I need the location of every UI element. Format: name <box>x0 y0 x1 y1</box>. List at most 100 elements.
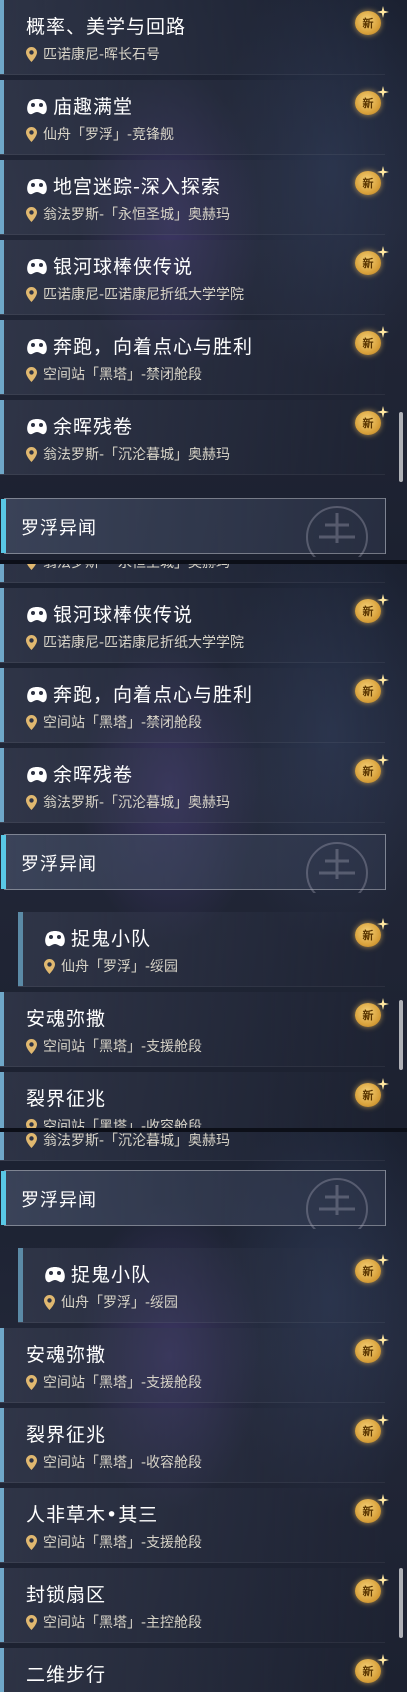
quest-row[interactable]: 人非草木•其三 空间站「黑塔」-支援舱段 新 <box>0 1488 389 1563</box>
quest-title: 银河球棒侠传说 <box>26 600 193 627</box>
quest-row[interactable]: 余晖残卷 翁法罗斯-「沉沦暮城」奥赫玛 新 <box>0 748 389 823</box>
scrollbar[interactable] <box>399 412 403 482</box>
quest-row[interactable]: 银河球棒侠传说 匹诺康尼-匹诺康尼折纸大学学院 新 <box>0 240 389 315</box>
row-indicator <box>0 1408 4 1482</box>
quest-title: 安魂弥撒 <box>26 1344 107 1366</box>
new-badge-icon: 新 <box>353 1254 389 1286</box>
quest-row[interactable]: 裂界征兆 空间站「黑塔」-收容舱段 新 <box>0 1072 389 1128</box>
new-badge-icon: 新 <box>353 1414 389 1446</box>
quest-gamepad-icon <box>27 766 47 782</box>
quest-gamepad-icon <box>27 98 47 114</box>
location-pin-icon <box>26 1374 37 1390</box>
quest-row[interactable]: 安魂弥撒 空间站「黑塔」-支援舱段 新 <box>0 992 389 1067</box>
row-indicator <box>0 1072 4 1128</box>
new-badge-icon: 新 <box>353 326 389 358</box>
quest-location: 空间站「黑塔」-禁闭舱段 <box>26 364 202 384</box>
new-badge-icon: 新 <box>353 166 389 198</box>
row-indicator <box>0 1488 4 1562</box>
new-badge-icon: 新 <box>353 1078 389 1110</box>
quest-gamepad-icon <box>27 178 47 194</box>
quest-gamepad-icon <box>27 418 47 434</box>
section-title: 罗浮异闻 <box>21 1190 97 1211</box>
quest-title: 二维步行 <box>26 1664 107 1686</box>
quest-gamepad-icon <box>45 930 65 946</box>
quest-sub-row[interactable]: 捉鬼小队 仙舟「罗浮」-绥园 新 <box>18 1248 389 1323</box>
xianzhou-emblem-icon <box>306 842 368 893</box>
location-pin-icon <box>26 1614 37 1630</box>
section-accent <box>1 1171 6 1225</box>
row-indicator <box>0 160 4 234</box>
quest-title: 银河球棒侠传说 <box>26 252 193 279</box>
location-pin-icon <box>26 794 37 810</box>
xianzhou-emblem-icon <box>306 1178 368 1229</box>
row-indicator <box>0 400 4 474</box>
quest-row[interactable]: 封锁扇区 空间站「黑塔」-主控舱段 新 <box>0 1568 389 1643</box>
section-header-luofu[interactable]: 罗浮异闻 <box>1 834 386 893</box>
quest-location: 翁法罗斯-「沉沦暮城」奥赫玛 <box>26 1132 230 1150</box>
section-header-luofu[interactable]: 罗浮异闻 <box>1 1170 386 1229</box>
location-pin-icon <box>26 714 37 730</box>
new-badge-icon: 新 <box>353 86 389 118</box>
new-badge-icon: 新 <box>353 1494 389 1526</box>
location-pin-icon <box>26 634 37 650</box>
quest-location: 仙舟「罗浮」-竞锋舰 <box>26 124 174 144</box>
quest-list-panel-2: 翁法罗斯-「永恒圣城」奥赫玛 银河球棒侠传说 匹诺康尼-匹诺康尼折纸大学学院 新… <box>0 564 407 1128</box>
row-indicator <box>0 748 4 822</box>
quest-title: 安魂弥撒 <box>26 1008 107 1030</box>
new-badge-icon: 新 <box>353 406 389 438</box>
location-pin-icon <box>27 564 36 570</box>
section-header-luofu[interactable]: 罗浮异闻 <box>1 498 386 557</box>
location-pin-icon <box>26 1118 37 1128</box>
quest-sub-row[interactable]: 捉鬼小队 仙舟「罗浮」-绥园 新 <box>18 912 389 987</box>
quest-row[interactable]: 地宫迷踪-深入探索 翁法罗斯-「永恒圣城」奥赫玛 新 <box>0 160 389 235</box>
new-badge-icon: 新 <box>353 594 389 626</box>
quest-title: 奔跑，向着点心与胜利 <box>26 332 253 359</box>
row-indicator <box>18 912 23 986</box>
quest-location: 匹诺康尼-晖长石号 <box>26 44 160 64</box>
row-indicator <box>0 1132 4 1160</box>
new-badge-icon: 新 <box>353 1334 389 1366</box>
quest-title: 庙趣满堂 <box>26 92 133 119</box>
quest-row[interactable]: 二维步行 新 <box>0 1648 389 1692</box>
quest-row[interactable]: 裂界征兆 空间站「黑塔」-收容舱段 新 <box>0 1408 389 1483</box>
section-accent <box>1 835 6 889</box>
quest-row[interactable]: 奔跑，向着点心与胜利 空间站「黑塔」-禁闭舱段 新 <box>0 320 389 395</box>
row-indicator <box>0 588 4 662</box>
scrollbar[interactable] <box>399 1000 403 1070</box>
scrollbar[interactable] <box>399 1568 403 1638</box>
quest-gamepad-icon <box>45 1266 65 1282</box>
location-pin-icon <box>26 1534 37 1550</box>
quest-title: 捉鬼小队 <box>44 924 151 951</box>
quest-location: 空间站「黑塔」-收容舱段 <box>26 1452 202 1472</box>
location-pin-icon <box>26 446 37 462</box>
quest-title: 裂界征兆 <box>26 1424 107 1446</box>
location-pin-icon <box>44 1294 55 1310</box>
quest-location: 空间站「黑塔」-主控舱段 <box>26 1612 202 1632</box>
row-indicator <box>0 1568 4 1642</box>
location-pin-icon <box>26 1132 37 1148</box>
quest-title: 奔跑，向着点心与胜利 <box>26 680 253 707</box>
new-badge-icon: 新 <box>353 674 389 706</box>
quest-row-partial[interactable]: 翁法罗斯-「永恒圣城」奥赫玛 <box>0 564 385 583</box>
new-badge-icon: 新 <box>353 246 389 278</box>
new-badge-icon: 新 <box>353 754 389 786</box>
quest-title: 余晖残卷 <box>26 760 133 787</box>
section-title: 罗浮异闻 <box>21 854 97 875</box>
quest-location: 翁法罗斯-「永恒圣城」奥赫玛 <box>26 204 230 224</box>
row-indicator <box>0 240 4 314</box>
quest-row-partial[interactable]: 翁法罗斯-「沉沦暮城」奥赫玛 <box>0 1132 385 1161</box>
quest-row[interactable]: 安魂弥撒 空间站「黑塔」-支援舱段 新 <box>0 1328 389 1403</box>
quest-row[interactable]: 余晖残卷 翁法罗斯-「沉沦暮城」奥赫玛 新 <box>0 400 389 475</box>
quest-row[interactable]: 银河球棒侠传说 匹诺康尼-匹诺康尼折纸大学学院 新 <box>0 588 389 663</box>
quest-row[interactable]: 概率、美学与回路 匹诺康尼-晖长石号 新 <box>0 0 389 75</box>
quest-location: 空间站「黑塔」-支援舱段 <box>26 1036 202 1056</box>
quest-location: 空间站「黑塔」-支援舱段 <box>26 1532 202 1552</box>
location-pin-icon <box>26 286 37 302</box>
quest-gamepad-icon <box>27 686 47 702</box>
quest-location: 空间站「黑塔」-收容舱段 <box>26 1116 202 1128</box>
location-pin-icon <box>44 958 55 974</box>
quest-row[interactable]: 奔跑，向着点心与胜利 空间站「黑塔」-禁闭舱段 新 <box>0 668 389 743</box>
quest-row[interactable]: 庙趣满堂 仙舟「罗浮」-竞锋舰 新 <box>0 80 389 155</box>
quest-title: 概率、美学与回路 <box>26 16 187 38</box>
quest-location: 翁法罗斯-「永恒圣城」奥赫玛 <box>26 564 230 572</box>
